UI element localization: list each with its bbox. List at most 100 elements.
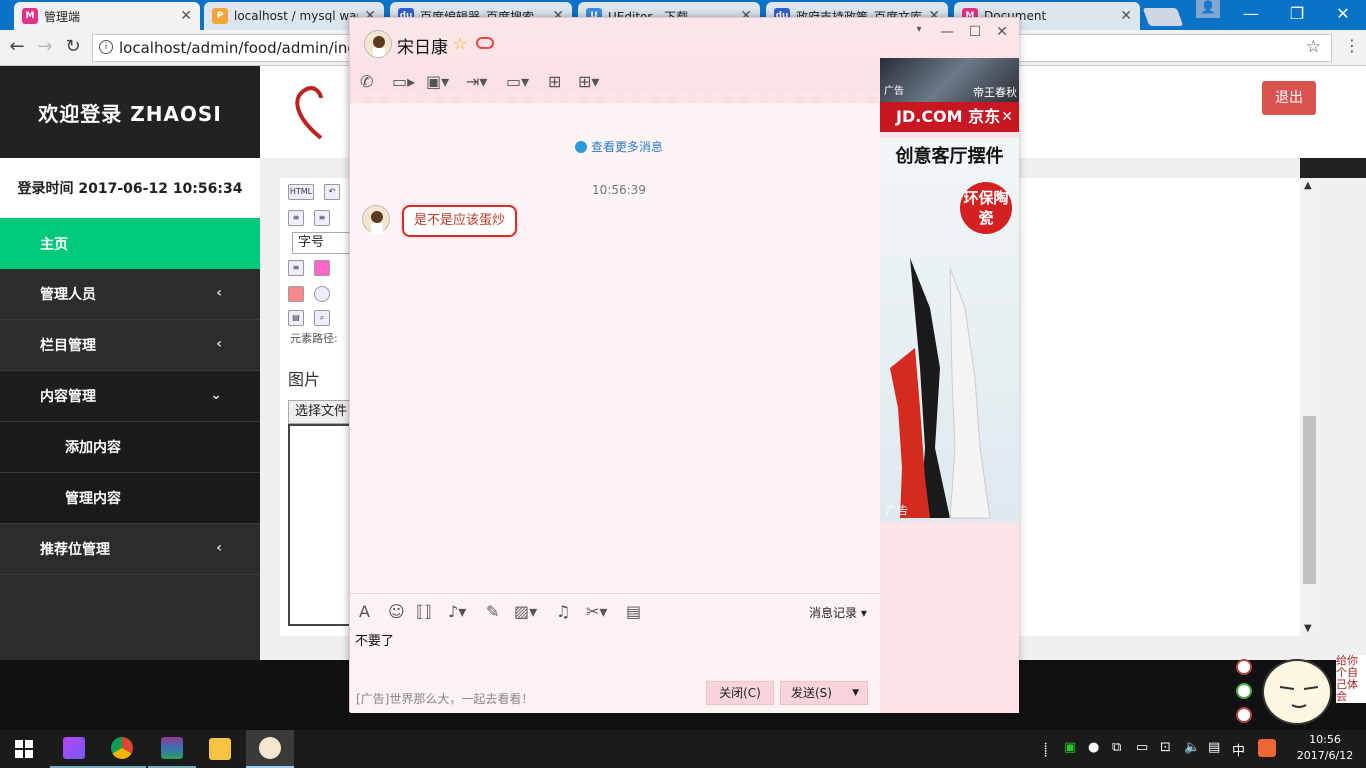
- text-ad-link[interactable]: [广告]世界那么大，一起去看看！: [356, 690, 533, 707]
- chat-maximize-icon[interactable]: ☐: [964, 24, 986, 40]
- sidebar-item-label: 内容管理: [40, 389, 96, 405]
- message-bubble: 是不是应该蛋炒: [402, 205, 518, 237]
- new-tab-button[interactable]: [1142, 8, 1184, 26]
- voice-call-icon[interactable]: ✆: [360, 72, 373, 92]
- element-path: 元素路径:: [290, 332, 338, 345]
- tab-admin[interactable]: M 管理端 ✕: [14, 2, 200, 30]
- date-icon[interactable]: [288, 286, 304, 302]
- start-button[interactable]: [0, 730, 48, 768]
- vase-ad-banner[interactable]: 创意客厅摆件 环保陶瓷 广告: [880, 138, 1019, 522]
- sidebar-item-label: 栏目管理: [40, 338, 96, 354]
- pet-gift-icon[interactable]: [1236, 707, 1252, 723]
- game-ad-banner[interactable]: 广告 帝王春秋: [880, 58, 1019, 102]
- login-time: 登录时间 2017-06-12 10:56:34: [0, 158, 260, 218]
- tab-title: 管理端: [44, 9, 81, 24]
- undo-icon[interactable]: ↶: [324, 184, 340, 200]
- tray-network-app-icon[interactable]: ⧉: [1112, 740, 1121, 755]
- sidebar-item-columns[interactable]: 栏目管理 ‹: [0, 320, 260, 371]
- unordered-list-icon[interactable]: ≡: [314, 210, 330, 226]
- message-history-button[interactable]: 消息记录 ▾: [809, 604, 867, 621]
- site-info-icon[interactable]: i: [99, 40, 113, 54]
- pet-settings-icon[interactable]: [1236, 683, 1252, 699]
- sidebar-item-staff[interactable]: 管理人员 ‹: [0, 269, 260, 320]
- remote-assist-icon[interactable]: ▣▾: [426, 72, 449, 92]
- bookmark-star-icon[interactable]: ☆: [1306, 37, 1321, 57]
- message-input[interactable]: 不要了: [355, 630, 394, 649]
- sidebar-item-add-content[interactable]: 添加内容: [0, 422, 260, 473]
- screenshot-icon[interactable]: ✂▾: [586, 602, 607, 621]
- create-group-icon[interactable]: ⊞: [548, 72, 561, 92]
- tray-network-icon[interactable]: ⊡: [1160, 740, 1171, 755]
- sender-avatar[interactable]: [362, 205, 390, 234]
- close-tab-icon[interactable]: ✕: [1120, 8, 1132, 24]
- desktop-pet[interactable]: 给你个自己体会: [1232, 655, 1366, 730]
- shake-icon[interactable]: ⟦⟧: [416, 602, 432, 621]
- chat-close-icon[interactable]: ✕: [991, 24, 1013, 40]
- send-file-icon[interactable]: ⇥▾: [466, 72, 487, 92]
- phpstorm-taskbar-icon[interactable]: [50, 730, 98, 768]
- scrollbar-thumb[interactable]: [1303, 416, 1316, 584]
- html-source-icon[interactable]: HTML: [288, 184, 314, 200]
- doodle-icon[interactable]: ✎: [486, 602, 499, 621]
- view-more-messages-link[interactable]: 查看更多消息: [350, 138, 888, 155]
- scroll-up-icon[interactable]: ▲: [1304, 180, 1312, 191]
- close-ad-icon[interactable]: ✕: [1001, 102, 1013, 132]
- video-call-icon[interactable]: ▭▸: [392, 72, 415, 92]
- tray-feather-icon[interactable]: ⸽: [1044, 740, 1047, 758]
- jd-ad-bar[interactable]: JD.COM 京东 ✕: [880, 102, 1019, 132]
- logout-button[interactable]: 退出: [1262, 81, 1316, 115]
- close-tab-icon[interactable]: ✕: [180, 8, 192, 24]
- pet-flower-icon[interactable]: [1236, 659, 1252, 675]
- profile-icon[interactable]: 👤: [1196, 0, 1220, 18]
- browser-menu-icon[interactable]: ⋮: [1344, 36, 1360, 55]
- chevron-down-icon: ⌄: [210, 387, 222, 403]
- restore-icon[interactable]: ❐: [1274, 0, 1320, 30]
- send-options-icon[interactable]: ▼: [852, 682, 859, 704]
- print-icon[interactable]: ▤: [288, 310, 304, 326]
- chat-menu-icon[interactable]: ▾: [908, 24, 930, 35]
- align-center-icon[interactable]: ≡: [288, 260, 304, 276]
- sidebar-item-manage-content[interactable]: 管理内容: [0, 473, 260, 524]
- apps-grid-icon[interactable]: ⊞▾: [578, 72, 599, 92]
- sidebar-item-label: 添加内容: [65, 440, 121, 456]
- insert-image-icon[interactable]: [314, 260, 330, 276]
- sidebar-item-recommend[interactable]: 推荐位管理 ‹: [0, 524, 260, 575]
- sidebar-item-content[interactable]: 内容管理 ⌄: [0, 371, 260, 422]
- minimize-icon[interactable]: —: [1228, 0, 1274, 30]
- tray-battery-icon[interactable]: ▭: [1136, 740, 1148, 755]
- tray-volume-icon[interactable]: 🔈: [1184, 740, 1200, 755]
- emoji-icon[interactable]: ☺: [388, 602, 405, 621]
- time-icon[interactable]: [314, 286, 330, 302]
- close-window-icon[interactable]: ✕: [1320, 0, 1366, 30]
- font-icon[interactable]: A: [359, 602, 370, 621]
- sidebar-item-home[interactable]: 主页: [0, 218, 260, 269]
- tray-qq-icon[interactable]: ●: [1088, 740, 1099, 755]
- close-button[interactable]: 关闭(C): [706, 681, 774, 705]
- tray-sogou-icon[interactable]: [1258, 739, 1276, 757]
- screen-share-icon[interactable]: ▭▾: [506, 72, 529, 92]
- contact-avatar[interactable]: [364, 30, 392, 58]
- reload-icon[interactable]: ↻: [62, 36, 84, 58]
- send-button[interactable]: 发送(S) ▼: [780, 681, 868, 705]
- red-packet-icon[interactable]: ▤: [626, 602, 641, 621]
- back-icon[interactable]: ←: [6, 36, 28, 58]
- taskbar-clock[interactable]: 10:56 2017/6/12: [1290, 732, 1360, 764]
- tray-green-app-icon[interactable]: ▣: [1064, 740, 1076, 755]
- forward-icon[interactable]: →: [34, 36, 56, 58]
- scroll-down-icon[interactable]: ▼: [1304, 623, 1312, 634]
- contact-name[interactable]: 宋日康: [397, 33, 448, 58]
- music-icon[interactable]: ♫: [556, 602, 570, 621]
- qq-chat-taskbar-icon[interactable]: [246, 730, 294, 768]
- sidebar-item-label: 推荐位管理: [40, 542, 110, 558]
- winrar-taskbar-icon[interactable]: [148, 730, 196, 768]
- ime-indicator[interactable]: 中: [1232, 740, 1245, 759]
- chat-minimize-icon[interactable]: —: [936, 24, 958, 40]
- ordered-list-icon[interactable]: ≡: [288, 210, 304, 226]
- file-explorer-taskbar-icon[interactable]: [196, 730, 244, 768]
- chrome-taskbar-icon[interactable]: [98, 730, 146, 768]
- voice-message-icon[interactable]: ♪▾: [448, 602, 466, 621]
- tray-notification-icon[interactable]: ▤: [1208, 740, 1220, 755]
- image-icon[interactable]: ▨▾: [514, 602, 537, 621]
- preview-icon[interactable]: ⌕: [314, 310, 330, 326]
- page-scrollbar[interactable]: ▲ ▼: [1300, 178, 1320, 636]
